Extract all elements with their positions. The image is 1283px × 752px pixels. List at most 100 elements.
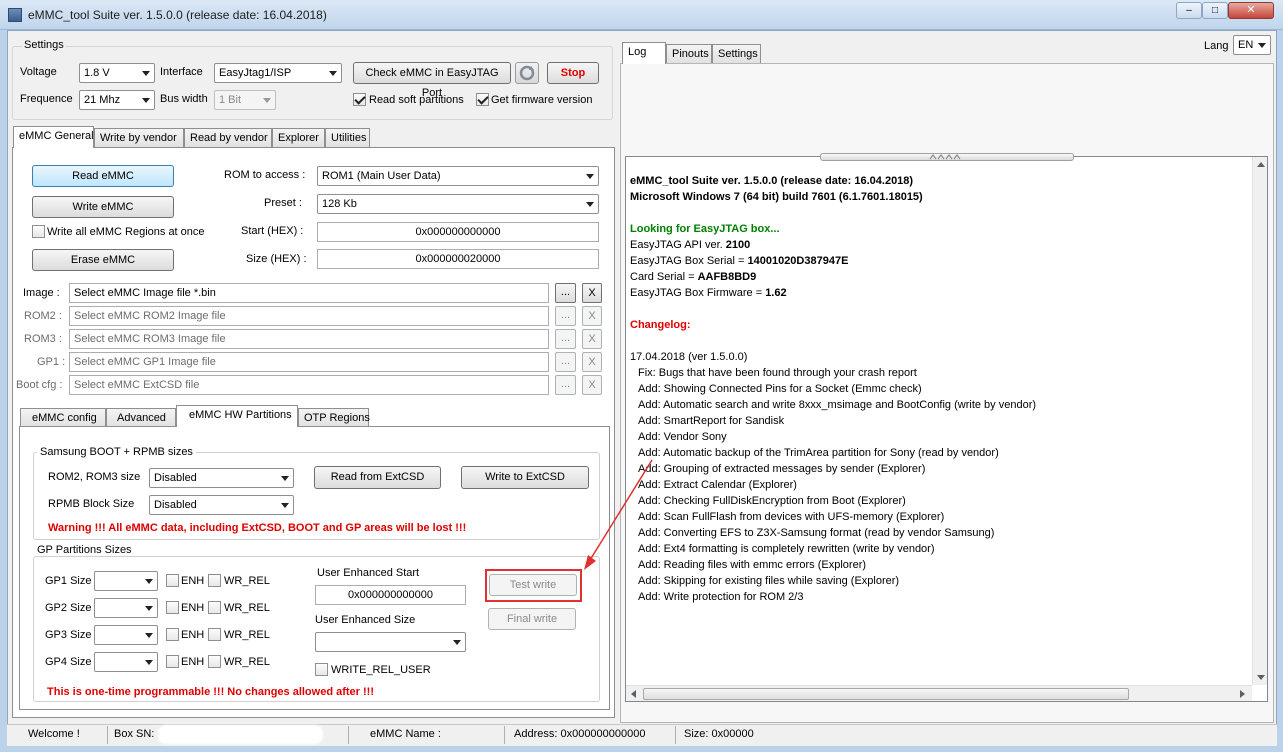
gp1-clear-button[interactable]: X	[582, 352, 602, 372]
boot-cfg-clear-button[interactable]: X	[582, 375, 602, 395]
tab-explorer[interactable]: Explorer	[272, 128, 325, 148]
erase-emmc-button[interactable]: Erase eMMC	[32, 249, 174, 271]
lang-select[interactable]: EN	[1233, 35, 1271, 55]
gp1-size-select[interactable]	[94, 571, 158, 591]
stop-button[interactable]: Stop	[547, 62, 599, 84]
tab-log[interactable]: Log	[622, 42, 666, 64]
rom2-clear-button[interactable]: X	[582, 306, 602, 326]
rpmb-size-value: Disabled	[154, 499, 197, 511]
minimize-icon: –	[1186, 5, 1192, 16]
gp1-browse-button[interactable]: ...	[555, 352, 576, 372]
start-input[interactable]: 0x000000000000	[317, 222, 599, 242]
status-size: Size: 0x00000	[684, 728, 754, 740]
tab-emmc-config[interactable]: eMMC config	[20, 408, 106, 428]
gp3-size-select[interactable]	[94, 625, 158, 645]
interface-select[interactable]: EasyJtag1/ISP	[214, 63, 342, 83]
user-enhanced-size-select[interactable]	[315, 632, 466, 652]
log-card-line: Card Serial = AAFB8BD9	[630, 271, 756, 283]
start-label: Start (HEX) :	[241, 225, 304, 237]
get-firmware-version-label: Get firmware version	[491, 94, 593, 106]
final-write-button[interactable]: Final write	[488, 608, 576, 630]
log-entry: Add: Ext4 formatting is completely rewri…	[638, 543, 935, 555]
get-firmware-version-checkbox[interactable]	[476, 93, 489, 106]
bus-width-select[interactable]: 1 Bit	[214, 90, 276, 110]
gp3-enh-checkbox[interactable]	[166, 628, 179, 641]
lang-value: EN	[1238, 39, 1254, 51]
gp2-enh-checkbox[interactable]	[166, 601, 179, 614]
tab-emmc-general[interactable]: eMMC General	[13, 126, 94, 148]
gp1-file-input[interactable]: Select eMMC GP1 Image file	[69, 352, 549, 372]
rom2-file-input[interactable]: Select eMMC ROM2 Image file	[69, 306, 549, 326]
refresh-button[interactable]	[515, 62, 539, 84]
rom3-clear-button[interactable]: X	[582, 329, 602, 349]
log-output[interactable]: eMMC_tool Suite ver. 1.5.0.0 (release da…	[625, 156, 1268, 702]
write-rel-user-label: WRITE_REL_USER	[331, 664, 431, 676]
gp1-enh-checkbox[interactable]	[166, 574, 179, 587]
chevron-down-icon	[145, 579, 153, 584]
scroll-right-icon[interactable]	[1240, 690, 1245, 698]
tab-read-by-vendor[interactable]: Read by vendor	[184, 128, 272, 148]
read-emmc-button[interactable]: Read eMMC	[32, 165, 174, 187]
write-emmc-button[interactable]: Write eMMC	[32, 196, 174, 218]
rpmb-size-select[interactable]: Disabled	[149, 495, 294, 515]
gp4-enh-checkbox[interactable]	[166, 655, 179, 668]
read-extcsd-button[interactable]: Read from ExtCSD	[314, 466, 441, 489]
rom-select[interactable]: ROM1 (Main User Data)	[317, 166, 599, 186]
tab-advanced[interactable]: Advanced	[106, 408, 176, 428]
log-title-line: eMMC_tool Suite ver. 1.5.0.0 (release da…	[630, 175, 914, 187]
boot-cfg-file-input[interactable]: Select eMMC ExtCSD file	[69, 375, 549, 395]
frequence-select[interactable]: 21 Mhz	[79, 90, 155, 110]
gp3-enh-label: ENH	[181, 629, 205, 641]
test-write-button[interactable]: Test write	[489, 574, 577, 596]
gp1-wr-rel-checkbox[interactable]	[208, 574, 221, 587]
maximize-button[interactable]: □	[1202, 2, 1228, 19]
size-input[interactable]: 0x000000020000	[317, 249, 599, 269]
gp4-wr-rel-label: WR_REL	[224, 656, 270, 668]
tab-otp-regions[interactable]: OTP Regions	[298, 408, 370, 428]
log-vertical-scrollbar[interactable]	[1252, 157, 1267, 685]
voltage-value: 1.8 V	[84, 67, 110, 79]
check-emmc-button[interactable]: Check eMMC in EasyJTAG Port	[353, 62, 511, 99]
gp4-wr-rel-checkbox[interactable]	[208, 655, 221, 668]
write-extcsd-button[interactable]: Write to ExtCSD	[461, 466, 589, 489]
scroll-up-icon[interactable]	[1257, 162, 1265, 167]
gp2-wr-rel-checkbox[interactable]	[208, 601, 221, 614]
image-browse-button[interactable]: ...	[555, 283, 576, 303]
scroll-left-icon[interactable]	[631, 690, 636, 698]
write-all-regions-checkbox[interactable]	[32, 225, 45, 238]
tab-write-by-vendor[interactable]: Write by vendor	[94, 128, 184, 148]
voltage-label: Voltage	[20, 66, 57, 78]
tab-utilities[interactable]: Utilities	[325, 128, 370, 148]
minimize-button[interactable]: –	[1176, 2, 1202, 19]
log-horizontal-scrollbar[interactable]	[626, 685, 1252, 701]
log-os-line: Microsoft Windows 7 (64 bit) build 7601 …	[630, 191, 923, 203]
scroll-down-icon[interactable]	[1257, 675, 1265, 680]
tab-emmc-hw-partitions[interactable]: eMMC HW Partitions	[176, 405, 298, 427]
rom2-browse-button[interactable]: ...	[555, 306, 576, 326]
data-loss-warning: Warning !!! All eMMC data, including Ext…	[48, 522, 467, 534]
image-clear-button[interactable]: X	[582, 283, 602, 303]
scroll-thumb[interactable]	[643, 688, 1129, 700]
tab-settings[interactable]: Settings	[712, 44, 761, 64]
voltage-select[interactable]: 1.8 V	[79, 63, 155, 83]
tab-pinouts[interactable]: Pinouts	[666, 44, 712, 64]
chevron-down-icon	[142, 98, 150, 103]
gp4-size-select[interactable]	[94, 652, 158, 672]
log-serial-label: EasyJTAG Box Serial =	[630, 255, 748, 267]
rom3-browse-button[interactable]: ...	[555, 329, 576, 349]
boot-cfg-browse-button[interactable]: ...	[555, 375, 576, 395]
close-icon: ✕	[1246, 4, 1256, 16]
splitter-handle[interactable]	[820, 153, 1074, 161]
image-file-input[interactable]: Select eMMC Image file *.bin	[69, 283, 549, 303]
close-button[interactable]: ✕	[1228, 2, 1274, 19]
user-enhanced-start-input[interactable]: 0x000000000000	[315, 585, 466, 605]
chevron-down-icon	[453, 640, 461, 645]
chevron-down-icon	[263, 98, 271, 103]
gp2-size-select[interactable]	[94, 598, 158, 618]
rom23-size-select[interactable]: Disabled	[149, 468, 294, 488]
write-rel-user-checkbox[interactable]	[315, 663, 328, 676]
gp3-wr-rel-checkbox[interactable]	[208, 628, 221, 641]
read-soft-partitions-checkbox[interactable]	[353, 93, 366, 106]
rom3-file-input[interactable]: Select eMMC ROM3 Image file	[69, 329, 549, 349]
preset-select[interactable]: 128 Kb	[317, 194, 599, 214]
